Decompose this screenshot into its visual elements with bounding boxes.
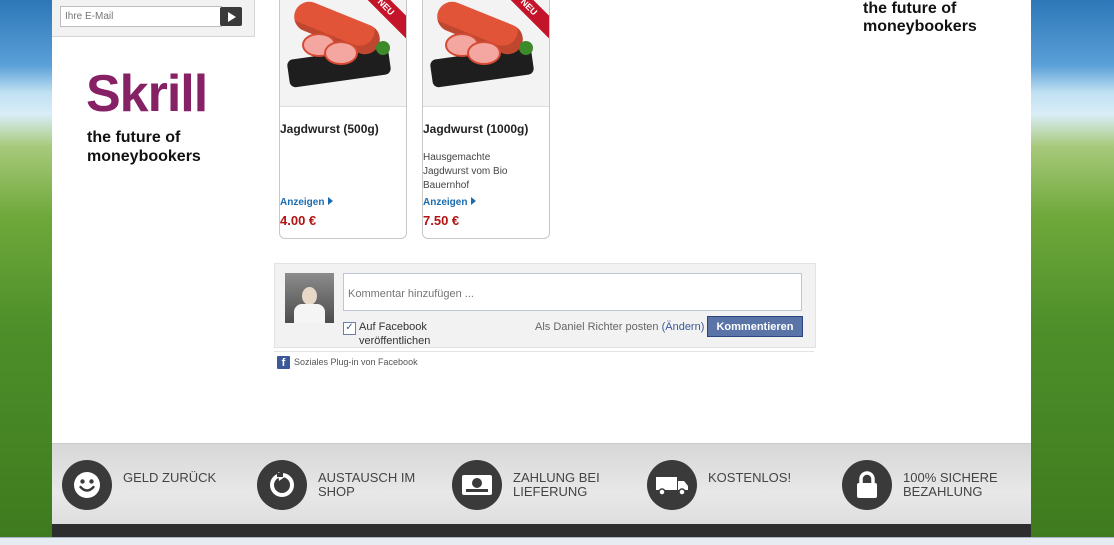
chevron-right-icon: [328, 197, 334, 205]
cash-icon: [452, 460, 502, 510]
features-footer: Geld zurück Austausch im Shop Zahlung bei…: [52, 443, 1031, 525]
posting-as-text: Als Daniel Richter posten (Ändern): [535, 321, 704, 333]
publish-to-facebook-label: Auf Facebook veröffentlichen: [359, 320, 430, 348]
product-price: 4.00 €: [280, 213, 317, 228]
facebook-plugin-label: Soziales Plug-in von Facebook: [294, 356, 418, 367]
publish-label-line2: veröffentlichen: [359, 335, 431, 347]
feature-label-line1: Geld zurück: [123, 470, 217, 485]
skrill-tagline-right-line2: moneybookers: [863, 18, 977, 35]
feature-label: Kostenlos!: [708, 471, 791, 485]
feature-cash-on-delivery[interactable]: Zahlung bei Lieferung: [442, 460, 632, 510]
product-view-link[interactable]: Anzeigen: [280, 197, 334, 208]
posting-as-label: Als Daniel Richter posten: [535, 321, 659, 333]
product-name[interactable]: Jagdwurst (500g): [280, 122, 379, 136]
product-view-link-label: Anzeigen: [280, 197, 325, 208]
newsletter-submit-button[interactable]: [220, 7, 242, 26]
divider: [274, 351, 814, 352]
feature-label-line1: 100% sichere: [903, 470, 998, 485]
feature-label: 100% sichere Bezahlung: [903, 471, 998, 499]
background-right: [1031, 0, 1114, 544]
feature-label: Geld zurück: [123, 471, 216, 485]
smiley-icon: [62, 460, 112, 510]
facebook-comment-box: ✓ Auf Facebook veröffentlichen Als Danie…: [274, 263, 816, 348]
publish-to-facebook-checkbox[interactable]: ✓: [343, 322, 356, 335]
background-left: [0, 0, 52, 544]
product-view-link-label: Anzeigen: [423, 197, 468, 208]
skrill-logo[interactable]: Skrill: [86, 64, 208, 124]
comment-input[interactable]: [343, 273, 802, 311]
facebook-plugin-link[interactable]: f Soziales Plug-in von Facebook: [277, 356, 418, 369]
facebook-icon: f: [277, 356, 290, 369]
skrill-tagline-right: the future of moneybookers: [863, 0, 977, 36]
product-view-link[interactable]: Anzeigen: [423, 197, 477, 208]
feature-label-line2: Shop: [318, 484, 355, 499]
email-input[interactable]: [60, 6, 222, 27]
lock-icon: [842, 460, 892, 510]
feature-label-line1: Kostenlos!: [708, 470, 792, 485]
feature-label-line2: Lieferung: [513, 484, 588, 499]
newsletter-box: [52, 0, 255, 37]
chevron-right-icon: [471, 197, 477, 205]
skrill-tagline-line1: the future of: [87, 129, 181, 146]
feature-label-line1: Zahlung bei: [513, 470, 600, 485]
avatar: [285, 273, 334, 323]
submit-comment-button[interactable]: Kommentieren: [707, 316, 803, 337]
refresh-icon: [257, 460, 307, 510]
product-description: Hausgemachte Jagdwurst vom Bio Bauernhof: [423, 152, 508, 191]
feature-free-shipping[interactable]: Kostenlos!: [637, 460, 827, 510]
skrill-tagline: the future of moneybookers: [87, 128, 201, 166]
publish-label-line1: Auf Facebook: [359, 321, 427, 333]
product-price: 7.50 €: [423, 213, 460, 228]
feature-label: Austausch im Shop: [318, 471, 415, 499]
page: Skrill the future of moneybookers the fu…: [52, 0, 1031, 544]
feature-label-line2: Bezahlung: [903, 484, 983, 499]
truck-icon: [647, 460, 697, 510]
skrill-tagline-line2: moneybookers: [87, 148, 201, 165]
feature-label: Zahlung bei Lieferung: [513, 471, 600, 499]
feature-label-line1: Austausch im: [318, 470, 416, 485]
product-name[interactable]: Jagdwurst (1000g): [423, 122, 528, 136]
feature-money-back[interactable]: Geld zurück: [52, 460, 242, 510]
skrill-tagline-right-line1: the future of: [863, 0, 957, 17]
feature-exchange[interactable]: Austausch im Shop: [247, 460, 437, 510]
feature-secure-payment[interactable]: 100% sichere Bezahlung: [832, 460, 1022, 510]
change-account-link[interactable]: (Ändern): [662, 321, 705, 333]
